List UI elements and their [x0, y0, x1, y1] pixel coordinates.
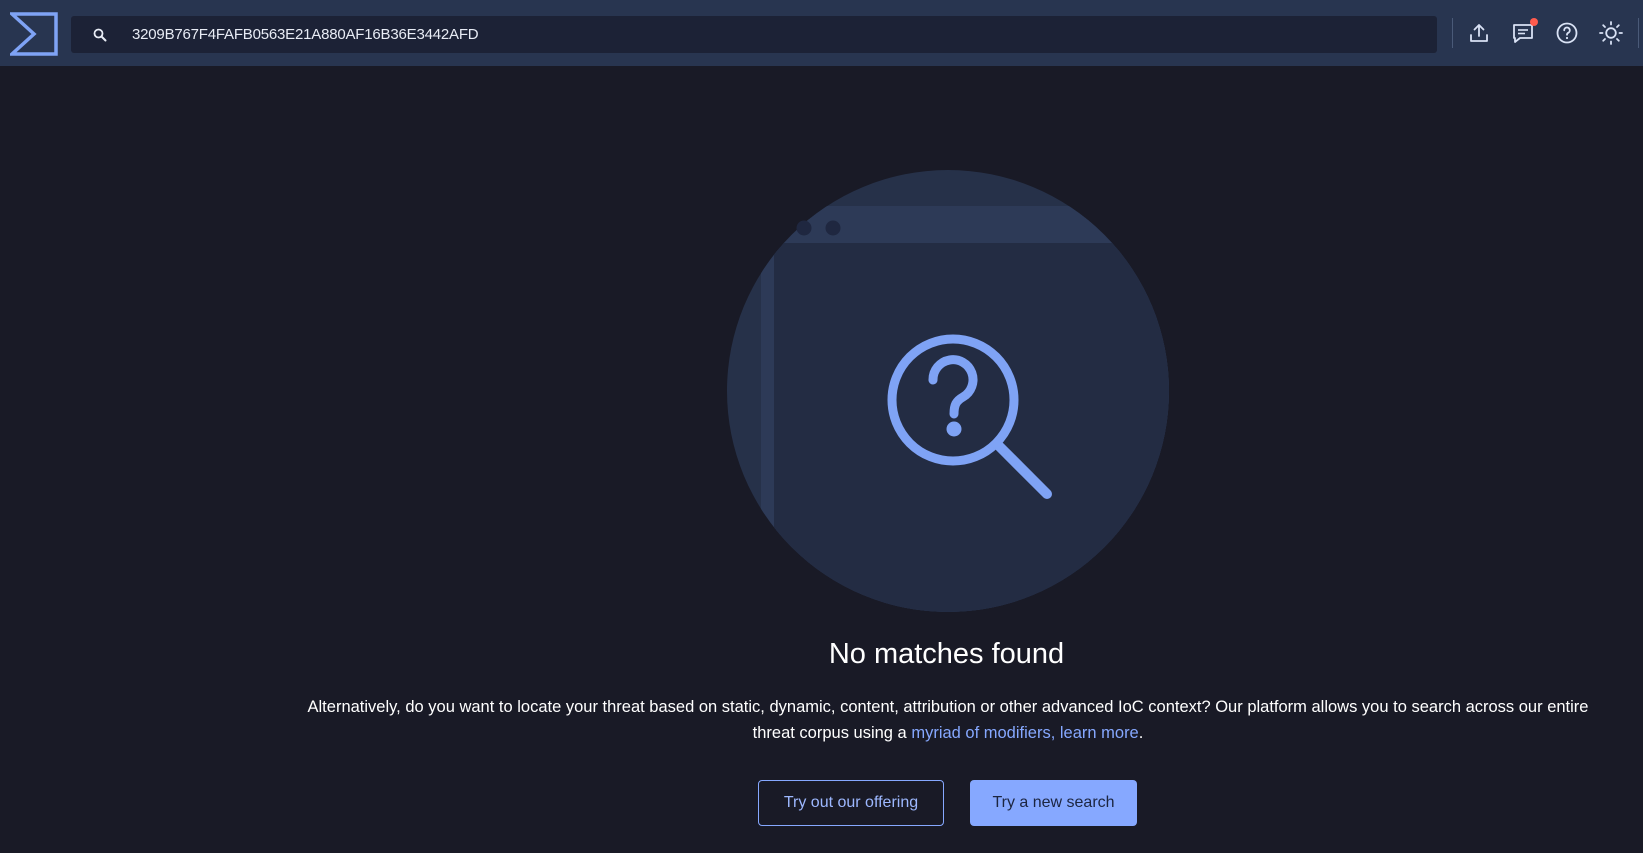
search-icon — [93, 28, 107, 42]
theme-sun-icon[interactable] — [1598, 20, 1624, 46]
toolbar-divider — [1452, 18, 1453, 48]
magnifier-question-icon — [727, 170, 1169, 612]
new-search-button[interactable]: Try a new search — [970, 780, 1137, 826]
feedback-chat-icon[interactable] — [1510, 18, 1538, 46]
top-bar — [0, 0, 1643, 66]
upload-icon[interactable] — [1466, 20, 1492, 46]
notification-dot — [1530, 18, 1538, 26]
modifiers-learn-more-link[interactable]: myriad of modifiers, learn more — [911, 724, 1138, 742]
sigma-logo[interactable] — [7, 12, 58, 56]
search-input[interactable] — [132, 16, 1422, 53]
search-bar[interactable] — [71, 16, 1437, 53]
description-end: . — [1138, 724, 1144, 742]
help-icon[interactable] — [1554, 20, 1580, 46]
try-offering-button[interactable]: Try out our offering — [758, 780, 944, 826]
empty-state-description: Alternatively, do you want to locate you… — [300, 694, 1596, 746]
toolbar-edge-divider — [1638, 18, 1639, 48]
empty-state-title: No matches found — [828, 638, 1065, 670]
